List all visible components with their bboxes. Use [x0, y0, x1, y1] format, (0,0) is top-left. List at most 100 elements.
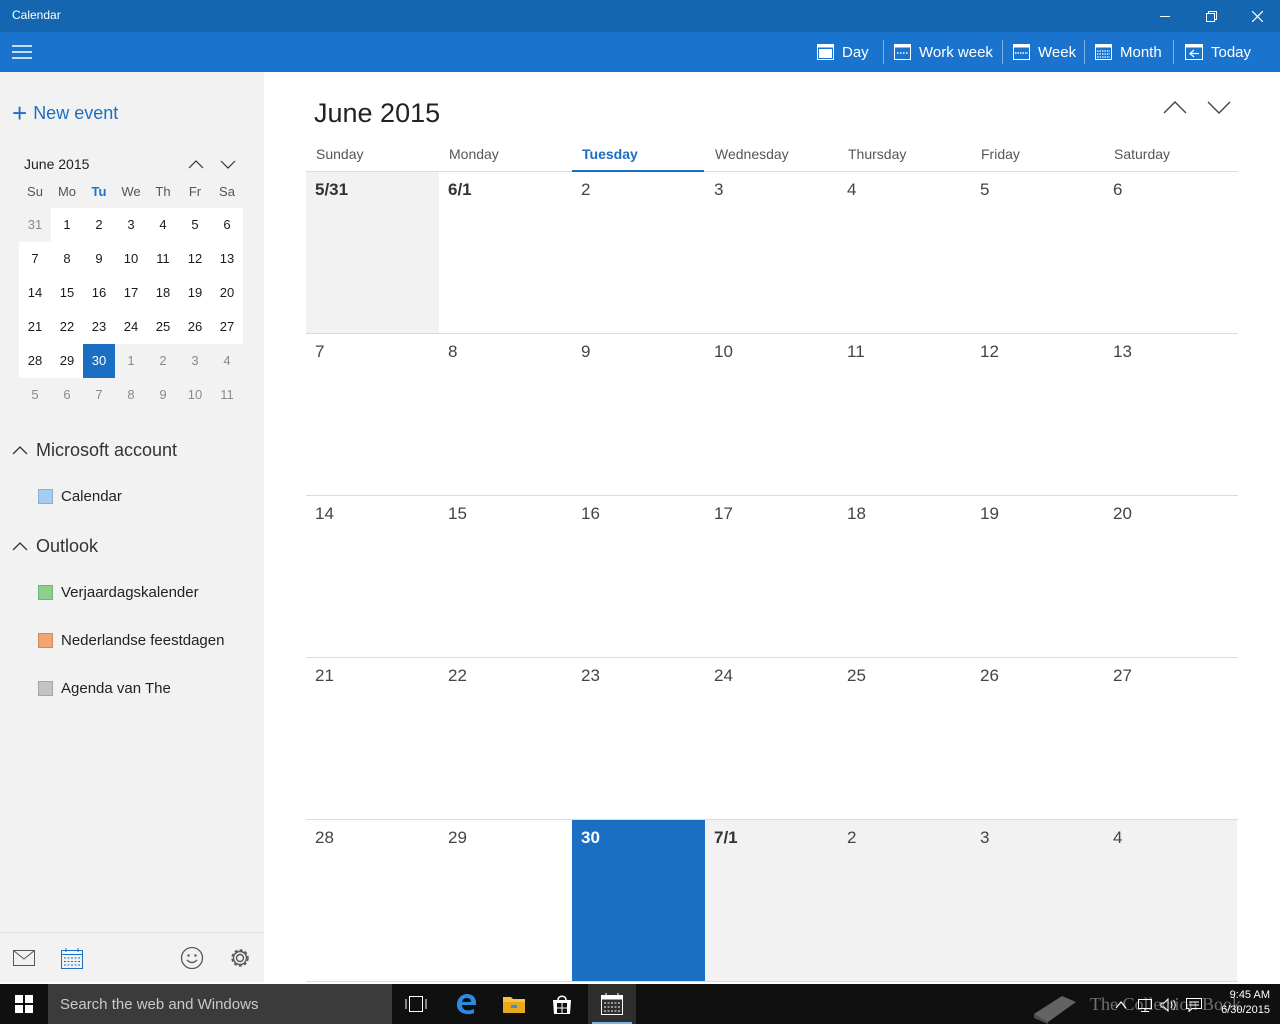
- calendar-day-cell[interactable]: 6/1: [439, 172, 572, 333]
- restore-button[interactable]: [1188, 0, 1234, 32]
- next-month-button[interactable]: [1204, 94, 1234, 120]
- mini-calendar-day[interactable]: 28: [19, 344, 51, 378]
- calendar-day-cell[interactable]: 2: [838, 820, 971, 981]
- mini-calendar-day[interactable]: 26: [179, 310, 211, 344]
- calendar-day-cell[interactable]: 7: [306, 334, 439, 495]
- mini-calendar-day[interactable]: 8: [115, 378, 147, 412]
- calendar-day-cell[interactable]: 3: [705, 172, 838, 333]
- calendar-day-cell[interactable]: 9: [572, 334, 705, 495]
- mini-calendar-day[interactable]: 9: [83, 242, 115, 276]
- mini-calendar-day[interactable]: 13: [211, 242, 243, 276]
- new-event-button[interactable]: + New event: [12, 100, 118, 126]
- mini-calendar-day[interactable]: 8: [51, 242, 83, 276]
- mini-calendar-day[interactable]: 15: [51, 276, 83, 310]
- work-week-view-button[interactable]: Work week: [894, 32, 993, 72]
- calendar-item-agenda-van-the[interactable]: Agenda van The: [38, 680, 171, 697]
- calendar-day-cell[interactable]: 18: [838, 496, 971, 657]
- calendar-day-cell[interactable]: 30: [572, 820, 705, 981]
- calendar-day-cell[interactable]: 4: [1104, 820, 1237, 981]
- calendar-day-cell[interactable]: 23: [572, 658, 705, 819]
- mini-calendar-next-button[interactable]: [216, 152, 240, 176]
- mini-calendar-day[interactable]: 3: [115, 208, 147, 242]
- feedback-button[interactable]: [177, 943, 207, 973]
- mini-calendar-day[interactable]: 11: [147, 242, 179, 276]
- action-center-button[interactable]: [1183, 994, 1205, 1016]
- calendar-day-cell[interactable]: 15: [439, 496, 572, 657]
- calendar-day-cell[interactable]: 25: [838, 658, 971, 819]
- calendar-day-cell[interactable]: 20: [1104, 496, 1237, 657]
- mini-calendar-day[interactable]: 16: [83, 276, 115, 310]
- mini-calendar-day[interactable]: 10: [115, 242, 147, 276]
- file-explorer-button[interactable]: [490, 984, 538, 1024]
- taskbar-search-box[interactable]: Search the web and Windows: [48, 984, 392, 1024]
- group-header-outlook[interactable]: Outlook: [12, 536, 98, 557]
- mini-calendar-day[interactable]: 30: [83, 344, 115, 378]
- mini-calendar-day[interactable]: 10: [179, 378, 211, 412]
- mini-calendar-day[interactable]: 24: [115, 310, 147, 344]
- taskbar-clock[interactable]: 9:45 AM 6/30/2015: [1210, 988, 1270, 1018]
- calendar-day-cell[interactable]: 27: [1104, 658, 1237, 819]
- mini-calendar-day[interactable]: 23: [83, 310, 115, 344]
- show-hidden-icons-button[interactable]: [1110, 994, 1132, 1016]
- mini-calendar-day[interactable]: 6: [211, 208, 243, 242]
- mini-calendar-day[interactable]: 9: [147, 378, 179, 412]
- mini-calendar-day[interactable]: 29: [51, 344, 83, 378]
- mini-calendar-day[interactable]: 21: [19, 310, 51, 344]
- mini-calendar-day[interactable]: 18: [147, 276, 179, 310]
- today-button[interactable]: Today: [1185, 32, 1251, 72]
- mini-calendar-day[interactable]: 17: [115, 276, 147, 310]
- group-header-microsoft-account[interactable]: Microsoft account: [12, 440, 177, 461]
- calendar-day-cell[interactable]: 7/1: [705, 820, 838, 981]
- calendar-item-calendar[interactable]: Calendar: [38, 488, 122, 505]
- calendar-day-cell[interactable]: 16: [572, 496, 705, 657]
- calendar-day-cell[interactable]: 19: [971, 496, 1104, 657]
- mini-calendar-day[interactable]: 2: [147, 344, 179, 378]
- calendar-day-cell[interactable]: 11: [838, 334, 971, 495]
- start-button[interactable]: [0, 984, 48, 1024]
- mini-calendar-day[interactable]: 22: [51, 310, 83, 344]
- mini-calendar-day[interactable]: 3: [179, 344, 211, 378]
- mini-calendar-day[interactable]: 2: [83, 208, 115, 242]
- mini-calendar-day[interactable]: 7: [19, 242, 51, 276]
- calendar-day-cell[interactable]: 21: [306, 658, 439, 819]
- month-view-button[interactable]: Month: [1095, 32, 1162, 72]
- mini-calendar-day[interactable]: 12: [179, 242, 211, 276]
- day-view-button[interactable]: Day: [817, 32, 869, 72]
- mini-calendar-day[interactable]: 27: [211, 310, 243, 344]
- task-view-button[interactable]: [392, 984, 440, 1024]
- calendar-app-button[interactable]: [57, 943, 87, 973]
- settings-button[interactable]: [225, 943, 255, 973]
- volume-button[interactable]: [1158, 994, 1180, 1016]
- mini-calendar-day[interactable]: 6: [51, 378, 83, 412]
- calendar-day-cell[interactable]: 13: [1104, 334, 1237, 495]
- mini-calendar-day[interactable]: 25: [147, 310, 179, 344]
- mail-button[interactable]: [9, 943, 39, 973]
- calendar-day-cell[interactable]: 24: [705, 658, 838, 819]
- mini-calendar-day[interactable]: 7: [83, 378, 115, 412]
- network-button[interactable]: [1134, 994, 1156, 1016]
- calendar-day-cell[interactable]: 5/31: [306, 172, 439, 333]
- calendar-day-cell[interactable]: 6: [1104, 172, 1237, 333]
- mini-calendar-day[interactable]: 1: [115, 344, 147, 378]
- calendar-taskbar-button[interactable]: [588, 984, 636, 1024]
- mini-calendar-day[interactable]: 1: [51, 208, 83, 242]
- calendar-day-cell[interactable]: 22: [439, 658, 572, 819]
- mini-calendar-day[interactable]: 4: [147, 208, 179, 242]
- calendar-day-cell[interactable]: 2: [572, 172, 705, 333]
- mini-calendar-day[interactable]: 5: [19, 378, 51, 412]
- calendar-day-cell[interactable]: 28: [306, 820, 439, 981]
- calendar-day-cell[interactable]: 29: [439, 820, 572, 981]
- calendar-day-cell[interactable]: 12: [971, 334, 1104, 495]
- mini-calendar-day[interactable]: 19: [179, 276, 211, 310]
- calendar-item-verjaardagskalender[interactable]: Verjaardagskalender: [38, 584, 199, 601]
- close-button[interactable]: [1234, 0, 1280, 32]
- hamburger-menu-button[interactable]: [6, 36, 38, 68]
- mini-calendar-title[interactable]: June 2015: [24, 156, 89, 172]
- calendar-day-cell[interactable]: 10: [705, 334, 838, 495]
- calendar-day-cell[interactable]: 3: [971, 820, 1104, 981]
- mini-calendar-prev-button[interactable]: [184, 152, 208, 176]
- minimize-button[interactable]: [1142, 0, 1188, 32]
- previous-month-button[interactable]: [1160, 94, 1190, 120]
- mini-calendar-day[interactable]: 11: [211, 378, 243, 412]
- calendar-day-cell[interactable]: 5: [971, 172, 1104, 333]
